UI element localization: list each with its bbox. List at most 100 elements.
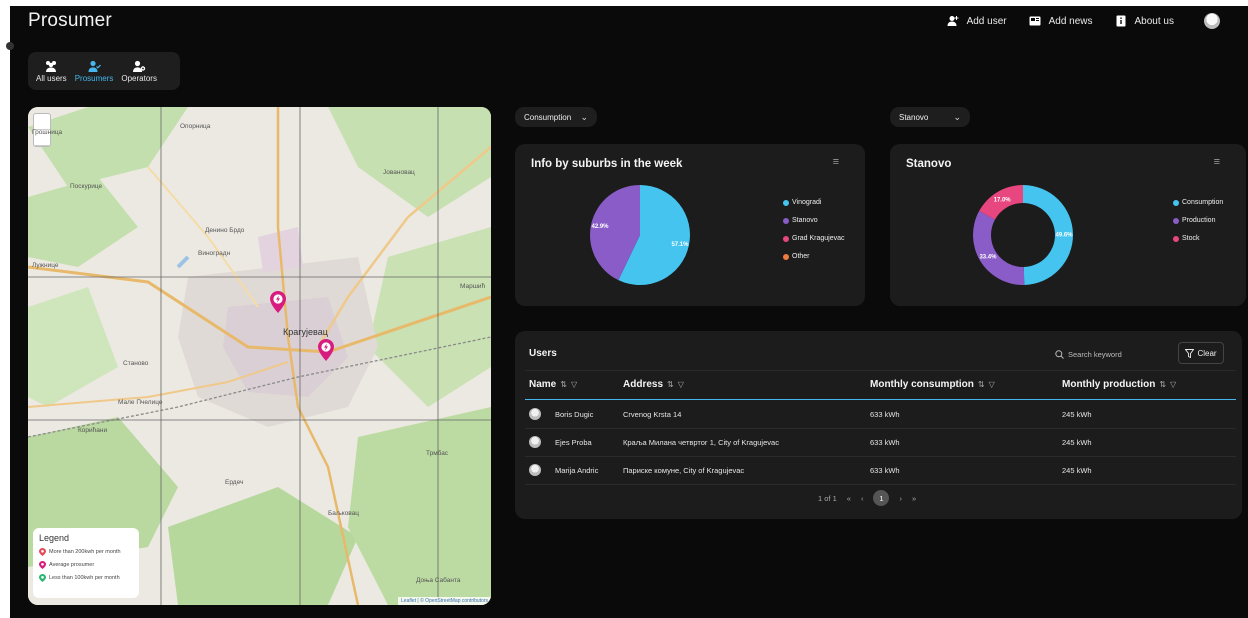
- map-label: Лужнице: [32, 262, 59, 269]
- map-label: Ердеч: [225, 479, 244, 486]
- tab-all-users[interactable]: All users: [34, 56, 69, 86]
- column-monthly-production: Monthly production ⇅ ▽: [1062, 379, 1177, 390]
- add-news-button[interactable]: Add news: [1029, 15, 1093, 27]
- filter-icon[interactable]: ▽: [989, 380, 995, 389]
- sort-icon[interactable]: ⇅: [978, 380, 985, 389]
- add-news-label: Add news: [1048, 15, 1093, 27]
- app-frame: Prosumer Add user Add news About us All …: [6, 6, 1248, 618]
- legend-entry-grad-kragujevac[interactable]: Grad Kragujevac: [783, 235, 845, 242]
- filter-clear-icon: [1185, 348, 1195, 358]
- search-icon: [1055, 349, 1064, 359]
- cell-consumption: 633 kWh: [870, 466, 900, 475]
- map-view[interactable]: Опорница Јовановац Поскурице Денино Брдо…: [28, 107, 491, 605]
- cell-address: Париске комуне, City of Kragujevac: [623, 466, 745, 475]
- sort-icon[interactable]: ⇅: [1159, 380, 1166, 389]
- filter-icon[interactable]: ▽: [571, 380, 577, 389]
- tab-all-users-label: All users: [36, 73, 67, 83]
- prev-page-button[interactable]: ‹: [861, 494, 864, 503]
- avatar: [529, 464, 541, 476]
- map-label: Опорница: [180, 123, 211, 130]
- legend-label: Less than 100kwh per month: [49, 575, 120, 581]
- legend-entry-label: Consumption: [1182, 199, 1224, 206]
- tab-operators-label: Operators: [121, 73, 157, 83]
- legend-entry-production[interactable]: Production: [1173, 217, 1223, 224]
- data-label: 57.1%: [671, 242, 689, 248]
- legend-entry-stock[interactable]: Stock: [1173, 235, 1223, 242]
- stanovo-donut-card: Stanovo ≡ 49.6% 33.4% 17.0% Consumption Pr…: [890, 144, 1246, 306]
- cell-production: 245 kWh: [1062, 438, 1092, 447]
- map-label: Баљковац: [328, 510, 360, 517]
- data-label: 42.9%: [592, 224, 610, 230]
- cell-address: Crvenog Krsta 14: [623, 410, 682, 419]
- map-attribution[interactable]: Leaflet | © OpenStreetMap contributors: [398, 597, 491, 605]
- cell-production: 245 kWh: [1062, 410, 1092, 419]
- suburb-dropdown[interactable]: Stanovo ⌄: [890, 107, 970, 127]
- legend-title: Legend: [39, 533, 70, 543]
- sort-icon[interactable]: ⇅: [560, 380, 567, 389]
- map-pin-icon: [39, 561, 46, 569]
- legend-entry-label: Production: [1182, 217, 1216, 224]
- table-header: Name ⇅ ▽ Address ⇅ ▽ Monthly consumption ⇅ ▽ M…: [525, 370, 1236, 400]
- map-label: Станово: [123, 360, 149, 367]
- pie-legend: Vinogradi Stanovo Grad Kragujevac Other: [783, 199, 845, 271]
- legend-label: Average prosumer: [49, 562, 95, 568]
- map-pin-icon: [39, 574, 46, 582]
- search-input[interactable]: Search keyword: [1055, 346, 1170, 362]
- filter-icon[interactable]: ▽: [1170, 380, 1176, 389]
- filter-icon[interactable]: ▽: [678, 380, 684, 389]
- slice-production[interactable]: [973, 210, 1025, 285]
- chart-menu-icon[interactable]: ≡: [1214, 156, 1220, 168]
- prosumer-marker[interactable]: [318, 339, 334, 361]
- current-page-button[interactable]: 1: [873, 490, 890, 506]
- table-row[interactable]: Boris Dugic Crvenog Krsta 14 633 kWh 245…: [525, 401, 1236, 429]
- legend-item-high: More than 200kwh per month: [39, 548, 133, 556]
- profile-avatar[interactable]: [1204, 13, 1220, 29]
- tab-prosumers-label: Prosumers: [74, 73, 114, 83]
- cell-consumption: 633 kWh: [870, 438, 900, 447]
- map-label: Денино Брдо: [205, 227, 245, 234]
- pagination: 1 of 1 « ‹ 1 › »: [818, 490, 916, 506]
- add-user-button[interactable]: Add user: [947, 15, 1007, 27]
- cell-name: Marija Andric: [555, 466, 599, 475]
- sort-icon[interactable]: ⇅: [667, 380, 674, 389]
- map-label: Грошница: [32, 129, 63, 136]
- tab-prosumers[interactable]: Prosumers: [73, 56, 116, 86]
- prosumer-marker[interactable]: [270, 291, 286, 313]
- zoom-in-button[interactable]: [34, 114, 50, 130]
- cell-production: 245 kWh: [1062, 466, 1092, 475]
- last-page-button[interactable]: »: [912, 494, 916, 503]
- column-name: Name ⇅ ▽: [529, 379, 578, 390]
- cell-consumption: 633 kWh: [870, 410, 900, 419]
- cell-name: Ejes Proba: [555, 438, 592, 447]
- info-book-icon: [1116, 15, 1126, 27]
- legend-entry-vinogradi[interactable]: Vinogradi: [783, 199, 845, 206]
- donut-legend: Consumption Production Stock: [1173, 199, 1223, 253]
- chart-menu-icon[interactable]: ≡: [833, 156, 839, 168]
- next-page-button[interactable]: ›: [899, 494, 902, 503]
- top-bar: Prosumer Add user Add news About us: [10, 6, 1248, 38]
- map-label: Трмбас: [426, 450, 449, 457]
- pie-card-title: Info by suburbs in the week: [531, 158, 683, 170]
- avatar: [529, 408, 541, 420]
- about-us-button[interactable]: About us: [1115, 15, 1174, 27]
- data-label: 33.4%: [979, 254, 997, 260]
- suburb-dropdown-value: Stanovo: [899, 112, 929, 122]
- legend-entry-other[interactable]: Other: [783, 253, 845, 260]
- search-placeholder: Search keyword: [1068, 349, 1122, 359]
- users-group-icon: [46, 60, 57, 72]
- legend-entry-label: Stanovo: [792, 217, 818, 224]
- clear-filters-button[interactable]: Clear: [1178, 342, 1224, 364]
- legend-entry-stanovo[interactable]: Stanovo: [783, 217, 845, 224]
- first-page-button[interactable]: «: [847, 494, 851, 503]
- about-us-label: About us: [1134, 15, 1174, 27]
- sidebar-toggle[interactable]: [6, 42, 14, 50]
- legend-entry-label: Other: [792, 253, 810, 260]
- legend-entry-consumption[interactable]: Consumption: [1173, 199, 1223, 206]
- users-title: Users: [529, 348, 557, 359]
- map-city-label: Крагујевац: [283, 327, 328, 337]
- metric-dropdown[interactable]: Consumption ⌄: [515, 107, 597, 127]
- suburbs-pie-card: Info by suburbs in the week ≡ 57.1% 42.9%…: [515, 144, 865, 306]
- table-row[interactable]: Ejes Proba Краља Милана четвртог 1, City…: [525, 429, 1236, 457]
- tab-operators[interactable]: Operators: [119, 56, 159, 86]
- table-row[interactable]: Marija Andric Париске комуне, City of Kr…: [525, 457, 1236, 485]
